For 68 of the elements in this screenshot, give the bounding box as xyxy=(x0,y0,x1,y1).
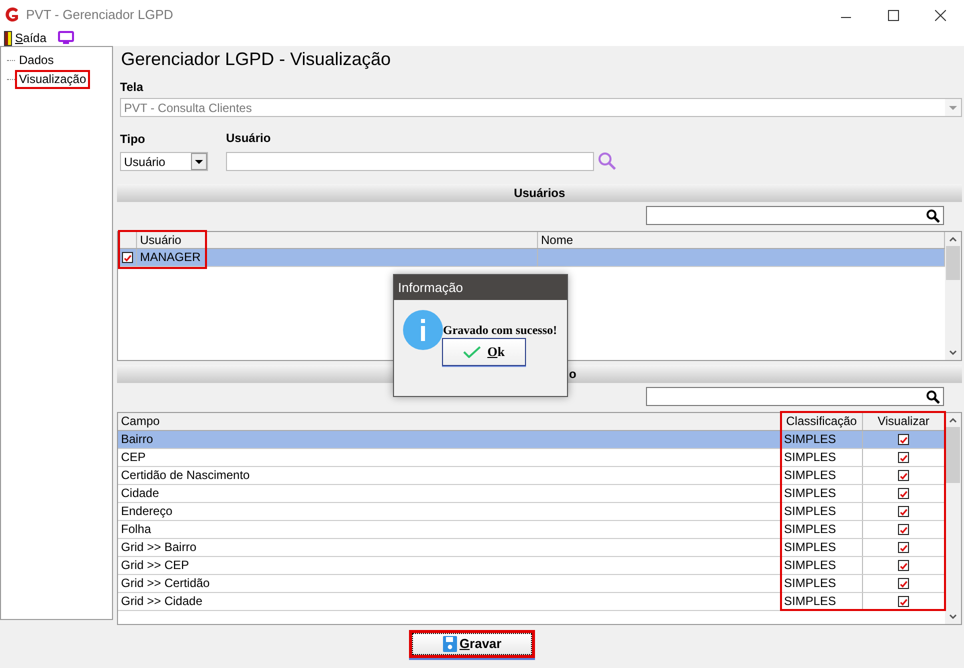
section-title: o xyxy=(569,366,576,383)
ok-button[interactable]: Ok xyxy=(442,338,526,366)
table-cell: Grid >> Bairro xyxy=(118,539,781,556)
checkbox[interactable] xyxy=(898,488,909,499)
table-cell: Certidão de Nascimento xyxy=(118,467,781,484)
type-dropdown[interactable]: Usuário xyxy=(120,152,208,171)
checkbox[interactable] xyxy=(898,578,909,589)
monitor-icon[interactable] xyxy=(58,31,74,45)
field-label: Usuário xyxy=(226,130,272,147)
checkbox[interactable] xyxy=(898,560,909,571)
table-cell: Grid >> Certidão xyxy=(118,575,781,592)
table-cell: MANAGER xyxy=(137,249,538,266)
table-cell: SIMPLES xyxy=(781,449,863,466)
logo-icon xyxy=(4,7,20,23)
column-header: Campo xyxy=(118,413,781,430)
search-icon[interactable] xyxy=(926,208,940,222)
table-cell: Grid >> CEP xyxy=(118,557,781,574)
column-header: Visualizar xyxy=(863,413,945,430)
table-cell: SIMPLES xyxy=(781,431,863,448)
table-cell: Grid >> Cidade xyxy=(118,593,781,610)
section-title: Usuários xyxy=(514,185,566,202)
page-heading: Gerenciador LGPD - Visualização xyxy=(120,48,392,71)
menu-item[interactable]: Saída xyxy=(15,29,46,47)
screen-dropdown[interactable]: PVT - Consulta Clientes xyxy=(120,98,962,117)
checkbox[interactable] xyxy=(898,470,909,481)
checkbox[interactable] xyxy=(898,434,909,445)
table-cell: Cidade xyxy=(118,485,781,502)
checkbox[interactable] xyxy=(898,524,909,535)
column-header: Usuário xyxy=(137,232,538,248)
maximize-icon[interactable] xyxy=(888,10,899,20)
checkbox[interactable] xyxy=(898,506,909,517)
scroll-thumb[interactable] xyxy=(946,427,960,483)
field-label: Tipo xyxy=(120,131,146,148)
dialog-message: Gravado com sucesso! xyxy=(443,322,557,339)
search-field[interactable] xyxy=(646,387,944,406)
table-cell: SIMPLES xyxy=(781,575,863,592)
table-cell: SIMPLES xyxy=(781,521,863,538)
dialog-title: Informação xyxy=(394,275,567,300)
save-button[interactable]: Gravar xyxy=(409,630,535,658)
tree-item[interactable]: Visualização xyxy=(15,70,90,89)
table-cell: SIMPLES xyxy=(781,485,863,502)
door-icon xyxy=(4,30,12,46)
field-label: Tela xyxy=(120,79,144,96)
table-cell: Bairro xyxy=(118,431,781,448)
tree-item[interactable]: Dados xyxy=(15,51,58,70)
table-cell: SIMPLES xyxy=(781,503,863,520)
checkbox[interactable] xyxy=(898,596,909,607)
scrollbar[interactable] xyxy=(945,413,961,624)
checkmark-icon xyxy=(463,346,482,358)
table-cell: SIMPLES xyxy=(781,539,863,556)
window-title: PVT - Gerenciador LGPD xyxy=(26,6,174,24)
close-icon[interactable] xyxy=(935,10,946,20)
table-cell: SIMPLES xyxy=(781,467,863,484)
table-cell: Folha xyxy=(118,521,781,538)
checkbox[interactable] xyxy=(898,542,909,553)
search-field[interactable] xyxy=(646,206,944,225)
search-icon[interactable] xyxy=(926,390,940,404)
scrollbar[interactable] xyxy=(945,232,961,360)
table-cell: SIMPLES xyxy=(781,593,863,610)
checkbox[interactable] xyxy=(898,452,909,463)
user-input-field[interactable] xyxy=(226,152,594,170)
info-icon xyxy=(403,310,443,350)
scroll-thumb[interactable] xyxy=(946,246,960,280)
table-cell: CEP xyxy=(118,449,781,466)
column-header: Classificação xyxy=(781,413,863,430)
table-cell: SIMPLES xyxy=(781,557,863,574)
checkbox[interactable] xyxy=(122,252,132,263)
table-cell: Endereço xyxy=(118,503,781,520)
